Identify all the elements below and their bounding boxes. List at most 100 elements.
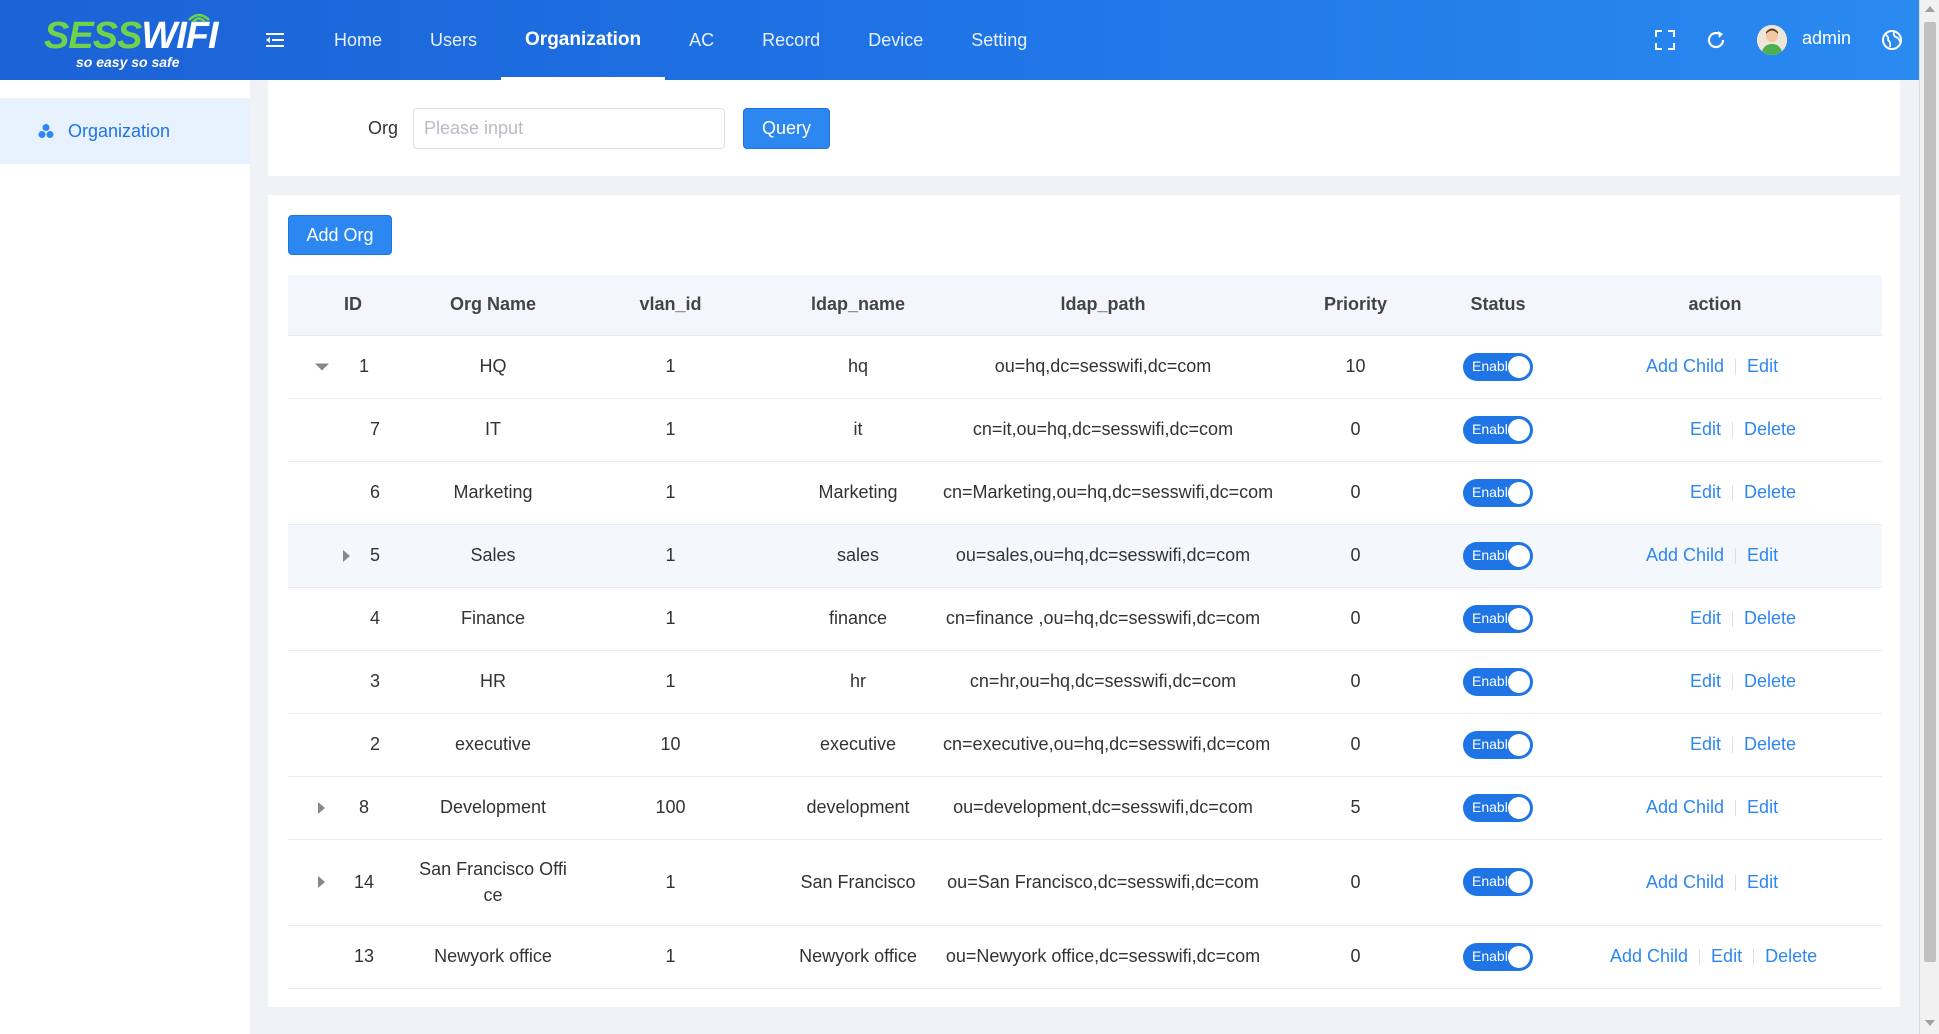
- sidebar-item-organization[interactable]: Organization: [0, 98, 250, 164]
- add-child-link[interactable]: Add Child: [1646, 356, 1724, 376]
- edit-link[interactable]: Edit: [1747, 545, 1778, 565]
- status-toggle[interactable]: Enable: [1463, 667, 1533, 696]
- ldap-path-cell: cn=Marketing,ou=hq,dc=sesswifi,dc=com: [943, 461, 1273, 525]
- col-vlan-id: vlan_id: [568, 275, 773, 336]
- delete-link[interactable]: Delete: [1744, 419, 1796, 439]
- add-org-button[interactable]: Add Org: [288, 215, 392, 255]
- globe-language-icon[interactable]: [1880, 28, 1904, 52]
- nav-device[interactable]: Device: [844, 0, 947, 80]
- ldap-path-cell: cn=it,ou=hq,dc=sesswifi,dc=com: [943, 398, 1263, 462]
- ldap-path-cell: ou=sales,ou=hq,dc=sesswifi,dc=com: [943, 524, 1263, 588]
- status-toggle[interactable]: Enable: [1463, 352, 1533, 381]
- nav-home[interactable]: Home: [310, 0, 406, 80]
- table-row: 8 Development 100 development ou=develop…: [288, 776, 1882, 840]
- action-cell: Edit Delete: [1548, 461, 1882, 525]
- edit-link[interactable]: Edit: [1711, 946, 1742, 966]
- row-id: 5: [369, 545, 380, 565]
- col-status: Status: [1448, 275, 1548, 336]
- ldap-path-cell: ou=development,dc=sesswifi,dc=com: [943, 776, 1263, 840]
- col-priority: Priority: [1263, 275, 1448, 336]
- add-child-link[interactable]: Add Child: [1646, 797, 1724, 817]
- status-toggle[interactable]: Enable: [1463, 730, 1533, 759]
- action-cell: Edit Delete: [1548, 713, 1882, 777]
- priority-cell: 5: [1263, 776, 1448, 840]
- org-table: ID Org Name vlan_id ldap_name ldap_path …: [288, 275, 1882, 989]
- edit-link[interactable]: Edit: [1747, 797, 1778, 817]
- status-toggle[interactable]: Enable: [1463, 478, 1533, 507]
- scroll-down-icon[interactable]: [1925, 1020, 1935, 1026]
- expand-caret-icon[interactable]: [318, 801, 325, 814]
- status-toggle[interactable]: Enable: [1463, 942, 1533, 971]
- action-cell: Add Child Edit: [1548, 839, 1882, 926]
- status-cell: Enable: [1448, 398, 1548, 462]
- nav-record[interactable]: Record: [738, 0, 844, 80]
- scroll-thumb[interactable]: [1924, 22, 1936, 962]
- refresh-icon[interactable]: [1704, 28, 1728, 52]
- nav-setting[interactable]: Setting: [947, 0, 1051, 80]
- expand-caret-icon[interactable]: [343, 549, 350, 562]
- id-cell: 5: [288, 524, 418, 588]
- action-cell: Add Child Edit: [1548, 335, 1882, 399]
- org-name-cell: Newyork office: [418, 925, 568, 989]
- add-child-link[interactable]: Add Child: [1646, 872, 1724, 892]
- status-toggle[interactable]: Enable: [1463, 541, 1533, 570]
- org-filter-label: Org: [368, 118, 399, 138]
- vlan-cell: 1: [568, 650, 773, 714]
- id-cell: 6: [288, 461, 418, 525]
- delete-link[interactable]: Delete: [1744, 608, 1796, 628]
- add-child-link[interactable]: Add Child: [1610, 946, 1688, 966]
- org-name-cell: IT: [418, 398, 568, 462]
- edit-link[interactable]: Edit: [1690, 671, 1721, 691]
- row-id: 2: [369, 734, 380, 754]
- query-button[interactable]: Query: [743, 108, 830, 149]
- delete-link[interactable]: Delete: [1744, 734, 1796, 754]
- row-id: 7: [369, 419, 380, 439]
- status-cell: Enable: [1448, 335, 1548, 399]
- status-toggle[interactable]: Enable: [1463, 604, 1533, 633]
- delete-link[interactable]: Delete: [1744, 671, 1796, 691]
- delete-link[interactable]: Delete: [1744, 482, 1796, 502]
- org-name-cell: HR: [418, 650, 568, 714]
- org-search-input[interactable]: [413, 108, 725, 149]
- edit-link[interactable]: Edit: [1690, 419, 1721, 439]
- edit-link[interactable]: Edit: [1690, 608, 1721, 628]
- org-name-cell: Finance: [418, 587, 568, 651]
- status-toggle[interactable]: Enable: [1463, 868, 1533, 896]
- org-name-cell: Sales: [418, 524, 568, 588]
- edit-link[interactable]: Edit: [1690, 734, 1721, 754]
- status-toggle[interactable]: Enable: [1463, 793, 1533, 822]
- nav-users[interactable]: Users: [406, 0, 501, 80]
- avatar[interactable]: [1757, 25, 1787, 55]
- expand-caret-icon[interactable]: [318, 876, 325, 888]
- status-cell: Enable: [1448, 650, 1548, 714]
- status-cell: Enable: [1448, 713, 1548, 777]
- nav-ac[interactable]: AC: [665, 0, 738, 80]
- add-child-link[interactable]: Add Child: [1646, 545, 1724, 565]
- ldap-name-cell: San Francisco: [773, 839, 943, 926]
- query-panel: Org Query: [268, 80, 1900, 176]
- page-scrollbar[interactable]: [1919, 0, 1939, 1034]
- vlan-cell: 1: [568, 335, 773, 399]
- collapse-caret-icon[interactable]: [315, 363, 329, 370]
- id-cell: 7: [288, 398, 418, 462]
- sesswifi-logo[interactable]: SESSWIFI so easy so safe: [44, 13, 219, 70]
- nav-organization[interactable]: Organization: [501, 0, 666, 80]
- priority-cell: 10: [1263, 335, 1448, 399]
- scroll-up-icon[interactable]: [1925, 6, 1935, 12]
- fullscreen-icon[interactable]: [1653, 28, 1677, 52]
- edit-link[interactable]: Edit: [1747, 872, 1778, 892]
- vlan-cell: 1: [568, 925, 773, 989]
- vlan-cell: 100: [568, 776, 773, 840]
- username-label[interactable]: admin: [1802, 28, 1851, 49]
- status-toggle[interactable]: Enable: [1463, 415, 1533, 444]
- priority-cell: 0: [1263, 839, 1448, 926]
- ldap-name-cell: executive: [773, 713, 943, 777]
- delete-link[interactable]: Delete: [1765, 946, 1817, 966]
- table-row: 3 HR 1 hr cn=hr,ou=hq,dc=sesswifi,dc=com…: [288, 650, 1882, 714]
- org-name-cell: Development: [418, 776, 568, 840]
- edit-link[interactable]: Edit: [1690, 482, 1721, 502]
- priority-cell: 0: [1263, 524, 1448, 588]
- edit-link[interactable]: Edit: [1747, 356, 1778, 376]
- menu-collapse-icon[interactable]: [264, 29, 286, 51]
- org-name-cell: HQ: [418, 335, 568, 399]
